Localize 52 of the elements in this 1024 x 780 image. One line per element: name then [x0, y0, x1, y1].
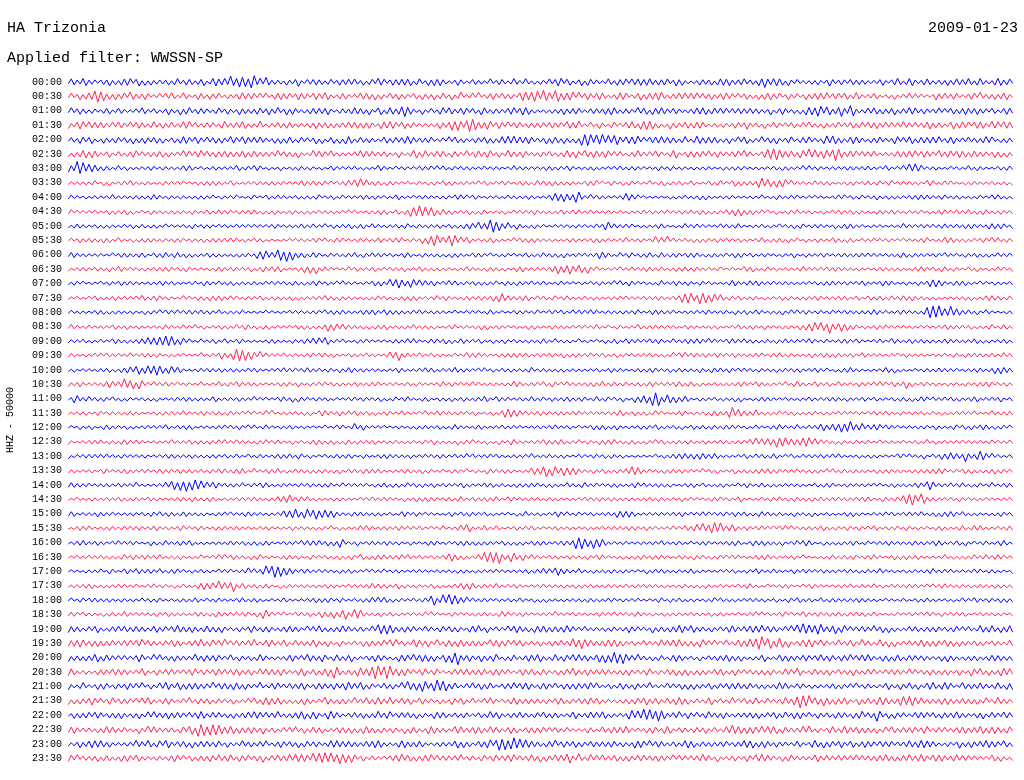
time-label: 13:00 — [31, 450, 63, 462]
time-label: 12:00 — [31, 422, 63, 434]
time-label: 17:30 — [31, 580, 63, 592]
time-label: 03:00 — [31, 163, 63, 175]
time-label: 01:00 — [31, 105, 63, 117]
time-label: 22:00 — [31, 709, 63, 721]
time-label: 00:30 — [31, 91, 63, 103]
time-label: 00:00 — [31, 76, 63, 88]
time-label: 23:30 — [31, 753, 63, 765]
time-label: 08:00 — [31, 306, 63, 318]
time-label: 07:00 — [31, 278, 63, 290]
time-label: 11:30 — [31, 407, 63, 419]
time-label: 06:00 — [31, 249, 63, 261]
time-label: 09:00 — [31, 335, 63, 347]
time-label: 21:00 — [31, 681, 63, 693]
filter-label: Applied filter: WWSSN-SP — [7, 50, 225, 67]
time-label: 13:30 — [31, 465, 63, 477]
station-title: HA Trizonia — [7, 20, 107, 39]
time-label: 12:30 — [31, 436, 63, 448]
time-label: 11:00 — [31, 393, 63, 405]
time-label: 04:00 — [31, 191, 63, 203]
time-label: 15:00 — [31, 508, 63, 520]
time-label: 14:30 — [31, 494, 63, 505]
time-label: 17:00 — [31, 565, 63, 577]
time-label: 10:30 — [31, 378, 63, 390]
time-label: 02:00 — [31, 134, 63, 146]
time-label: 19:00 — [31, 623, 63, 635]
time-label: 14:00 — [31, 479, 63, 491]
time-label: 09:30 — [31, 350, 63, 362]
time-label: 15:30 — [31, 522, 63, 534]
time-label: 05:00 — [31, 220, 63, 232]
channel-axis-label: HHZ - 50000 — [4, 387, 16, 454]
time-label: 19:30 — [31, 637, 63, 649]
time-label: 18:30 — [31, 609, 63, 621]
time-label: 02:30 — [31, 148, 63, 160]
date-label: 2009-01-23 — [928, 20, 1018, 39]
time-label: 18:00 — [31, 594, 63, 606]
time-label: 07:30 — [31, 292, 63, 304]
time-label: 03:30 — [31, 177, 63, 189]
time-label: 01:30 — [31, 119, 63, 131]
time-label: 16:30 — [31, 551, 63, 563]
time-label: 16:00 — [31, 537, 63, 549]
time-label: 21:30 — [31, 695, 63, 707]
time-label: 23:00 — [31, 738, 63, 750]
time-label: 20:00 — [31, 652, 63, 664]
time-label: 10:00 — [31, 364, 63, 376]
time-label: 06:30 — [31, 263, 63, 275]
time-label: 08:30 — [31, 321, 63, 333]
time-label: 22:30 — [31, 724, 63, 736]
time-label: 20:30 — [31, 666, 63, 678]
time-label: 04:30 — [31, 206, 63, 218]
time-label: 05:30 — [31, 235, 63, 246]
